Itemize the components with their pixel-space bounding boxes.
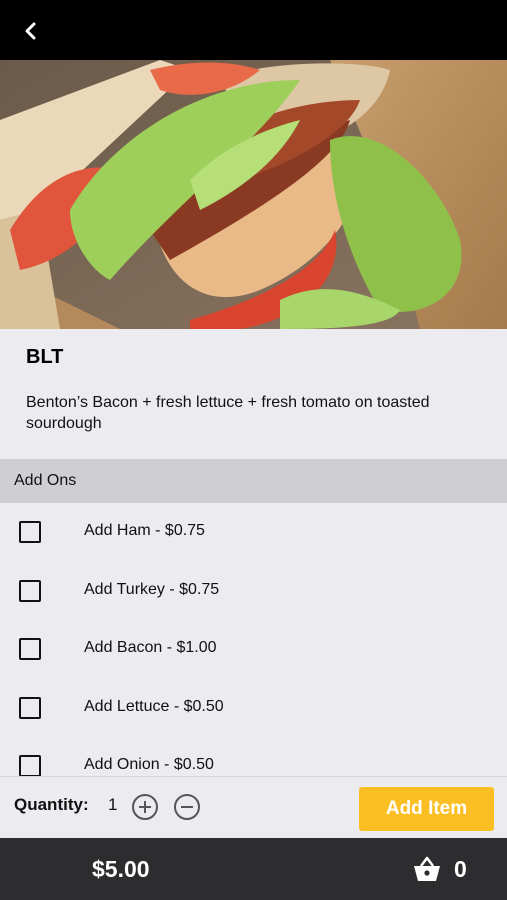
checkbox[interactable] bbox=[19, 521, 41, 543]
plus-circle-icon[interactable] bbox=[132, 794, 158, 820]
addon-label: Add Lettuce - $0.50 bbox=[84, 698, 224, 715]
addon-label: Add Turkey - $0.75 bbox=[84, 581, 220, 598]
item-description: Benton’s Bacon + fresh lettuce + fresh t… bbox=[26, 394, 430, 432]
addon-label: Add Ham - $0.75 bbox=[84, 522, 205, 539]
quantity-value: 1 bbox=[108, 795, 118, 814]
checkbox[interactable] bbox=[19, 580, 41, 602]
addon-label: Add Onion - $0.50 bbox=[84, 756, 214, 773]
order-total: $5.00 bbox=[92, 856, 150, 882]
cart-count: 0 bbox=[454, 856, 467, 882]
quantity-bar: Quantity: 1 Add Item bbox=[0, 776, 507, 838]
addon-option-ham[interactable]: Add Ham - $0.75 bbox=[0, 503, 507, 561]
cart-footer: $5.00 0 bbox=[0, 838, 507, 900]
shopping-basket-icon[interactable] bbox=[412, 855, 442, 883]
item-info: BLT Benton’s Bacon + fresh lettuce + fre… bbox=[0, 329, 507, 459]
item-photo bbox=[0, 60, 507, 329]
checkbox[interactable] bbox=[19, 638, 41, 660]
addon-option-lettuce[interactable]: Add Lettuce - $0.50 bbox=[0, 679, 507, 737]
chevron-left-icon bbox=[25, 22, 36, 40]
checkbox[interactable] bbox=[19, 697, 41, 719]
addon-option-onion[interactable]: Add Onion - $0.50 bbox=[0, 737, 507, 776]
back-button[interactable] bbox=[14, 14, 48, 48]
quantity-label: Quantity: bbox=[14, 795, 89, 814]
addon-label: Add Bacon - $1.00 bbox=[84, 639, 217, 656]
addons-header-label: Add Ons bbox=[14, 472, 77, 489]
addon-option-turkey[interactable]: Add Turkey - $0.75 bbox=[0, 562, 507, 620]
addon-option-bacon[interactable]: Add Bacon - $1.00 bbox=[0, 620, 507, 678]
top-navigation-bar bbox=[0, 0, 507, 60]
minus-circle-icon[interactable] bbox=[174, 794, 200, 820]
item-name: BLT bbox=[26, 346, 64, 368]
add-item-button[interactable]: Add Item bbox=[359, 787, 494, 831]
addons-section-header: Add Ons bbox=[0, 459, 507, 503]
checkbox[interactable] bbox=[19, 755, 41, 776]
addons-list: Add Ham - $0.75 Add Turkey - $0.75 Add B… bbox=[0, 503, 507, 776]
